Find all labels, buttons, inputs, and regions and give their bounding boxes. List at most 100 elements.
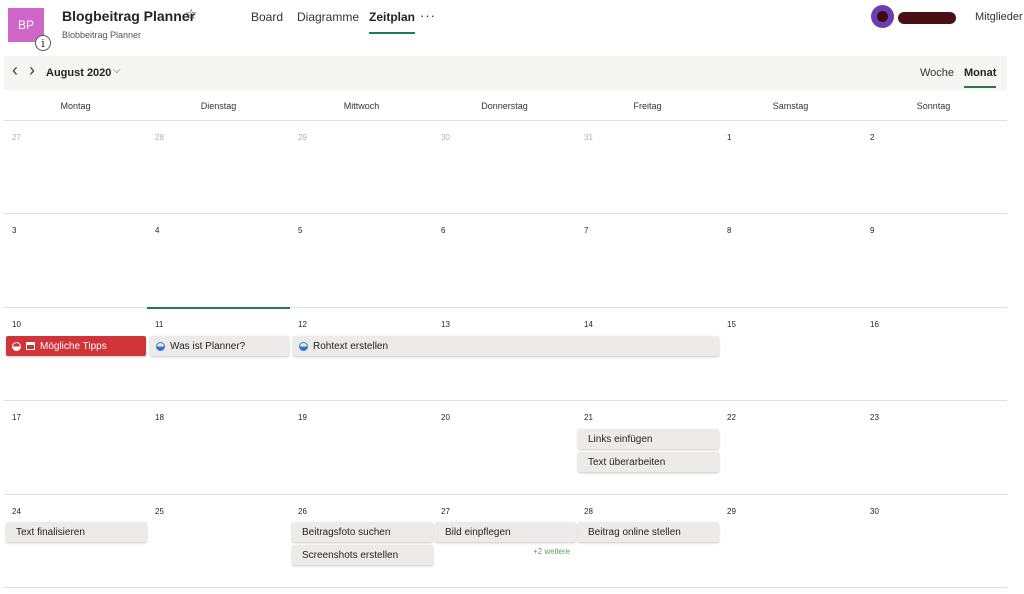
day-cell[interactable]: 3 bbox=[4, 214, 147, 306]
day-cell[interactable]: 20 bbox=[433, 401, 576, 493]
day-cell[interactable]: 30 bbox=[862, 495, 1005, 587]
day-number: 19 bbox=[298, 413, 307, 422]
plan-subtitle: Blobbeitrag Planner bbox=[62, 30, 142, 40]
weekday-header: Montag Dienstag Mittwoch Donnerstag Frei… bbox=[4, 92, 1007, 120]
info-icon[interactable]: i bbox=[35, 35, 51, 51]
day-cell[interactable]: 6 bbox=[433, 214, 576, 306]
day-number: 15 bbox=[727, 320, 736, 329]
redacted-username bbox=[898, 12, 956, 24]
more-options-icon[interactable]: ··· bbox=[420, 8, 436, 23]
day-cell[interactable]: 2 bbox=[862, 121, 1005, 213]
task-card[interactable]: Was ist Planner? bbox=[150, 336, 289, 356]
day-cell[interactable]: 19 bbox=[290, 401, 433, 493]
day-cell[interactable]: 25 bbox=[147, 495, 290, 587]
day-number: 3 bbox=[12, 226, 17, 235]
task-title: Rohtext erstellen bbox=[313, 340, 389, 352]
day-number: 5 bbox=[298, 226, 303, 235]
day-number: 2 bbox=[870, 133, 875, 142]
next-month-icon[interactable]: › bbox=[29, 60, 35, 81]
day-number: 24 bbox=[12, 507, 21, 516]
day-cell[interactable]: 1 bbox=[719, 121, 862, 213]
day-number: 18 bbox=[155, 413, 164, 422]
task-card[interactable]: Text überarbeiten bbox=[578, 452, 719, 472]
day-cell[interactable]: 5 bbox=[290, 214, 433, 306]
tab-diagramme[interactable]: Diagramme bbox=[297, 10, 359, 32]
task-title: Mögliche Tipps bbox=[40, 340, 107, 352]
task-card[interactable]: Beitragsfoto suchen bbox=[292, 522, 433, 542]
user-avatar[interactable] bbox=[871, 5, 894, 28]
day-cell[interactable]: 28 bbox=[147, 121, 290, 213]
calendar-bottom-border bbox=[4, 587, 1007, 588]
day-cell[interactable]: 15 bbox=[719, 308, 862, 400]
favorite-star-icon[interactable]: ☆ bbox=[185, 6, 198, 23]
day-number: 25 bbox=[155, 507, 164, 516]
task-card[interactable]: Screenshots erstellen bbox=[292, 545, 433, 565]
day-number: 22 bbox=[727, 413, 736, 422]
progress-in-progress-icon bbox=[156, 341, 165, 351]
current-month-label[interactable]: August 2020 bbox=[46, 67, 111, 79]
prev-month-icon[interactable]: ‹ bbox=[12, 60, 18, 81]
day-cell[interactable]: 30 bbox=[433, 121, 576, 213]
task-card[interactable]: Beitrag online stellen bbox=[578, 522, 719, 542]
week-row: 24 25 26 27 28 29 30 Text finalisieren B… bbox=[4, 494, 1007, 587]
task-title: Was ist Planner? bbox=[170, 340, 246, 352]
day-number: 12 bbox=[298, 320, 307, 329]
day-cell[interactable]: 17 bbox=[4, 401, 147, 493]
task-card[interactable]: Rohtext erstellen bbox=[293, 336, 719, 356]
task-title: Text finalisieren bbox=[16, 526, 85, 538]
task-card[interactable]: Bild einpflegen bbox=[435, 522, 576, 542]
day-cell[interactable]: 18 bbox=[147, 401, 290, 493]
day-number: 13 bbox=[441, 320, 450, 329]
day-cell[interactable]: 31 bbox=[576, 121, 719, 213]
day-number: 6 bbox=[441, 226, 446, 235]
tab-board[interactable]: Board bbox=[251, 10, 283, 32]
week-row: 27 28 29 30 31 1 2 bbox=[4, 120, 1007, 213]
view-week-button[interactable]: Woche bbox=[920, 67, 954, 79]
day-cell[interactable]: 7 bbox=[576, 214, 719, 306]
task-title: Beitragsfoto suchen bbox=[302, 526, 391, 538]
task-title: Text überarbeiten bbox=[588, 456, 666, 468]
task-card[interactable]: Text finalisieren bbox=[6, 522, 147, 542]
plan-title: Blogbeitrag Planner bbox=[62, 8, 196, 24]
day-number: 28 bbox=[584, 507, 593, 516]
day-number: 29 bbox=[727, 507, 736, 516]
progress-in-progress-icon bbox=[12, 341, 21, 351]
day-cell[interactable]: 23 bbox=[862, 401, 1005, 493]
task-title: Links einfügen bbox=[588, 433, 653, 445]
day-number: 1 bbox=[727, 133, 732, 142]
day-number: 20 bbox=[441, 413, 450, 422]
week-row: 17 18 19 20 21 22 23 Links einfügen Text… bbox=[4, 400, 1007, 493]
weekday-label: Freitag bbox=[633, 101, 662, 111]
view-month-button[interactable]: Monat bbox=[964, 67, 997, 88]
day-number: 11 bbox=[155, 320, 164, 329]
members-button[interactable]: Mitglieder bbox=[975, 11, 1023, 23]
tab-zeitplan[interactable]: Zeitplan bbox=[369, 10, 416, 34]
chevron-down-icon[interactable]: ⌵ bbox=[113, 65, 121, 76]
task-title: Bild einpflegen bbox=[445, 526, 511, 538]
day-number: 29 bbox=[298, 133, 307, 142]
day-cell[interactable]: 16 bbox=[862, 308, 1005, 400]
day-number: 26 bbox=[298, 507, 307, 516]
day-number: 8 bbox=[727, 226, 732, 235]
day-number: 17 bbox=[12, 413, 21, 422]
more-tasks-link[interactable]: +2 weitere bbox=[533, 547, 570, 556]
day-cell[interactable]: 27 bbox=[4, 121, 147, 213]
task-card[interactable]: Links einfügen bbox=[578, 429, 719, 449]
day-number: 7 bbox=[584, 226, 589, 235]
day-cell[interactable]: 8 bbox=[719, 214, 862, 306]
day-cell[interactable]: 4 bbox=[147, 214, 290, 306]
weekday-label: Samstag bbox=[772, 101, 809, 111]
day-cell[interactable]: 29 bbox=[290, 121, 433, 213]
day-cell[interactable]: 9 bbox=[862, 214, 1005, 306]
day-cell[interactable]: 29 bbox=[719, 495, 862, 587]
app-header: BP i Blogbeitrag Planner ☆ Blobbeitrag P… bbox=[0, 0, 1024, 52]
weekday-label: Sonntag bbox=[916, 101, 951, 111]
day-cell[interactable]: 22 bbox=[719, 401, 862, 493]
progress-in-progress-icon bbox=[299, 341, 308, 351]
day-number: 27 bbox=[12, 133, 21, 142]
task-card-overdue[interactable]: Mögliche Tipps bbox=[6, 336, 146, 356]
day-number: 21 bbox=[584, 413, 593, 422]
task-title: Beitrag online stellen bbox=[588, 526, 681, 538]
day-number: 27 bbox=[441, 507, 450, 516]
week-row: 10 11 12 13 14 15 16 Mögliche Tipps Was … bbox=[4, 307, 1007, 400]
